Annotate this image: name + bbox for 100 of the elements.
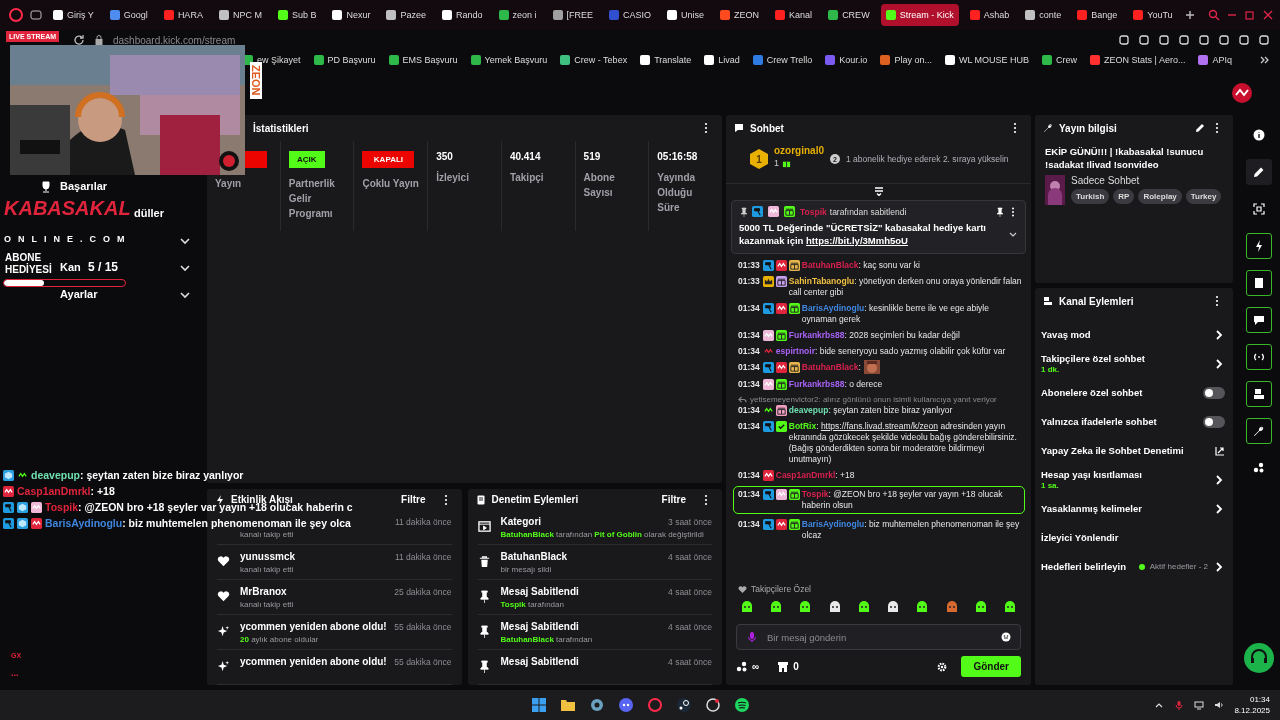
bookmark[interactable]: Translate [640,55,692,65]
toolbar-icon[interactable] [1258,34,1270,46]
collapse-icon[interactable] [873,186,884,196]
browser-tab[interactable]: CREW [823,4,875,26]
toolbar-icon[interactable] [1238,34,1250,46]
rail-camera-button[interactable] [1245,381,1272,407]
action-item[interactable]: Abonelere özel sohbet [1041,387,1143,398]
folder-icon[interactable] [559,697,576,713]
restore-icon[interactable] [1243,9,1256,21]
microphone-icon[interactable] [746,631,758,643]
emote-icon[interactable] [973,600,988,614]
monitor-icon[interactable] [1194,700,1205,710]
chevron-right-icon[interactable] [1213,502,1225,515]
browser-tab[interactable]: Giriş Y [48,4,99,26]
smiley-icon[interactable] [1001,632,1011,642]
bookmark[interactable]: WL MOUSE HUB [944,55,1030,65]
bookmark[interactable]: ZEON Stats | Aero... [1090,55,1186,65]
rail-bolt-button[interactable] [1245,233,1272,259]
clock-time[interactable]: 01:34 [1249,695,1270,704]
rail-chat-button[interactable] [1245,307,1272,333]
clock-date[interactable]: 8.12.2025 [1234,706,1270,715]
chevrons-icon[interactable] [1258,54,1270,66]
browser-tab[interactable]: Nexur [327,4,376,26]
chevron-right-icon[interactable] [1213,357,1225,370]
rail-signal-button[interactable] [1245,344,1272,370]
microphone-icon[interactable] [1174,700,1185,710]
action-item[interactable]: Takipçilere özel sohbet [1041,353,1145,364]
send-button[interactable]: Gönder [961,656,1021,677]
tag[interactable]: RP [1113,188,1135,204]
browser-tab[interactable]: ZEON [715,4,765,26]
bookmark[interactable]: Crew Trello [752,55,813,65]
browser-tab[interactable]: Rando [436,4,488,26]
filter-button[interactable]: Filtre [401,494,426,505]
sidebar-item[interactable]: Başarılar [60,181,108,192]
rail-note-button[interactable] [1245,270,1272,296]
username[interactable]: Furkankrbs88 [788,329,845,340]
external-link-icon[interactable] [1215,445,1225,456]
browser-logo-icon[interactable] [646,697,663,713]
action-item[interactable]: Yavaş mod [1041,329,1091,340]
emote-icon[interactable] [856,600,871,614]
plus-icon[interactable] [1183,9,1196,21]
action-item[interactable]: Hesap yaşı kısıtlaması [1041,469,1142,480]
browser-tab[interactable]: Kanal [770,4,818,26]
browser-tab[interactable]: Bange [1072,4,1123,26]
toolbar-icon[interactable] [1118,34,1130,46]
headset-icon[interactable] [1243,643,1274,673]
browser-tab[interactable]: zeon i [493,4,542,26]
toggle-switch[interactable] [1203,386,1225,399]
action-item[interactable]: Hedefleri belirleyin [1041,561,1126,572]
browser-tab[interactable]: Ashab [964,4,1015,26]
music-app-icon[interactable] [733,697,750,713]
browser-tab[interactable]: Googl [104,4,153,26]
message-input[interactable]: Bir mesaj gönderin [736,624,1021,650]
toolbar-icon[interactable] [1218,34,1230,46]
browser-tab[interactable]: [FREE [547,4,599,26]
workspace-icon[interactable] [30,9,42,21]
search-icon[interactable] [1207,9,1220,21]
browser-tab[interactable]: Pazee [381,4,431,26]
browser-tab[interactable]: conte [1020,4,1067,26]
browser-tab[interactable]: Sub B [272,4,322,26]
action-item[interactable]: İzleyici Yönlendir [1041,532,1119,543]
link[interactable]: https://fans.livad.stream/k/zeon [820,420,939,431]
bookmark[interactable]: Crew - Tebex [560,55,628,65]
emote-icon[interactable] [915,600,930,614]
bookmark[interactable]: EMS Başvuru [388,55,458,65]
emote-icon[interactable] [1002,600,1017,614]
link[interactable]: https://bit.ly/3Mmh5oU [806,235,908,247]
username[interactable]: Furkankrbs88 [788,378,845,389]
category-name[interactable]: Sadece Sohbet [1071,174,1222,186]
unpin-icon[interactable] [995,206,1005,217]
sidebar-item[interactable]: Kan [60,262,81,273]
browser-logo-icon[interactable] [8,7,24,23]
bookmark[interactable]: Play on... [880,55,932,65]
bookmark[interactable]: Yemek Başvuru [470,55,548,65]
browser-tab[interactable]: Stream - Kick [880,4,959,26]
chevron-right-icon[interactable] [1213,560,1225,573]
rail-wrench-button[interactable] [1245,418,1272,444]
store-icon[interactable] [777,660,790,673]
emote-icon[interactable] [740,600,754,614]
pencil-icon[interactable] [1195,123,1205,133]
toolbar-icon[interactable] [1158,34,1170,46]
start-icon[interactable] [530,697,547,713]
toolbar-icon[interactable] [1178,34,1190,46]
settings-icon[interactable] [937,661,948,672]
speaker-icon[interactable] [1214,700,1225,710]
dots-cluster-icon[interactable] [736,660,748,673]
sidebar-item[interactable]: düller [134,208,164,219]
emote-icon[interactable] [886,600,901,614]
action-item[interactable]: Yapay Zeka ile Sohbet Denetimi [1041,445,1184,456]
tag[interactable]: Turkish [1071,188,1110,204]
emote-icon[interactable] [769,600,784,614]
browser-tab[interactable]: HARA [158,4,208,26]
username[interactable]: espirtnoir [775,345,815,356]
game-store-icon[interactable] [675,697,692,713]
action-item[interactable]: Yasaklanmış kelimeler [1041,503,1142,514]
bookmark[interactable]: PD Başvuru [313,55,376,65]
emote-icon[interactable] [827,600,842,614]
toolbar-icon[interactable] [1198,34,1210,46]
browser-tab[interactable]: YouTu [1128,4,1178,26]
chevron-right-icon[interactable] [1213,328,1225,341]
